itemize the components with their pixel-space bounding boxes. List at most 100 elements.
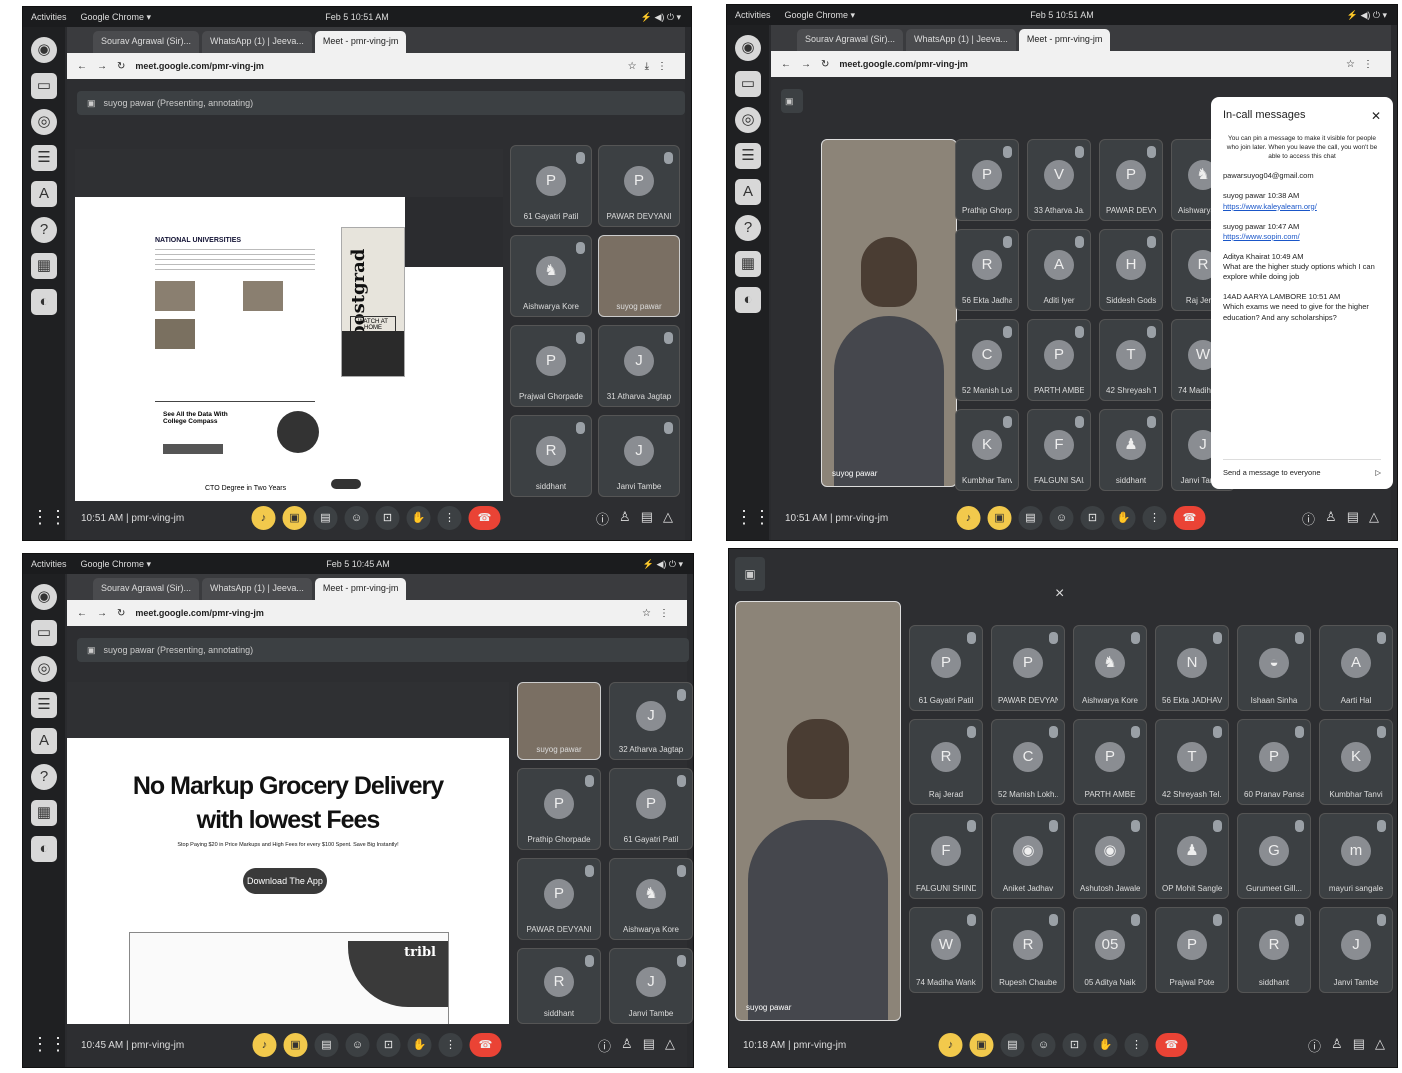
captions-button[interactable]: ▤ [1000,1033,1025,1057]
document-icon[interactable]: ☰ [31,692,57,718]
info-icon[interactable]: ⓘ [1302,509,1315,528]
files-icon[interactable]: ▭ [31,73,57,99]
address-bar[interactable]: ← → ↻ meet.google.com/pmr-ving-jm ☆⋮ [771,51,1391,77]
toolbar-icons[interactable]: ☆⋮ [1346,59,1381,70]
url-text[interactable]: meet.google.com/pmr-ving-jm [839,59,968,69]
participant-tile[interactable]: J 32 Atharva Jagtap [609,682,693,760]
activities-button[interactable]: Activities [31,559,67,569]
system-status[interactable]: ⚡ ◀) ⏻ ▾ [643,559,683,570]
activities-button[interactable]: Activities [735,10,771,20]
emoji-button[interactable]: ☺ [344,506,369,530]
ad-button[interactable] [331,479,361,489]
participant-tile[interactable]: N 56 Ekta JADHAV [1155,625,1229,711]
raise-hand-button[interactable]: ✋ [406,506,431,530]
mic-button[interactable]: ♪ [938,1033,963,1057]
participant-tile[interactable]: ◉ Ashutosh Jawale [1073,813,1147,899]
participant-tile[interactable]: Rsiddhant [510,415,592,497]
people-icon[interactable]: ♙ [1331,1036,1343,1055]
participant-tile[interactable]: G Gurumeet Gill... [1237,813,1311,899]
reload-icon[interactable]: ↻ [821,59,829,70]
system-clock[interactable]: Feb 5 10:45 AM [326,559,390,569]
app-grid-icon[interactable]: ⋮⋮⋮ [735,504,789,530]
mic-button[interactable]: ♪ [251,506,276,530]
participant-tile[interactable]: P PAWAR DEVYANI [517,858,601,940]
chat-icon[interactable]: ▤ [1353,1036,1365,1055]
participant-tile[interactable]: C 52 Manish Lokh... [991,719,1065,805]
raise-hand-button[interactable]: ✋ [1111,506,1136,530]
leave-call-button[interactable]: ☎ [469,1033,502,1057]
participant-tile[interactable]: ♞ Aishwarya Kore [510,235,592,317]
participant-tile[interactable]: P 61 Gayatri Patil [510,145,592,227]
participant-tile[interactable]: P 61 Gayatri Patil [909,625,983,711]
address-bar[interactable]: ← → ↻ meet.google.com/pmr-ving-jm ☆⤓⋮ [67,53,685,79]
self-camera-tile[interactable]: suyog pawar [821,139,957,487]
software-icon[interactable]: A [31,181,57,207]
leave-call-button[interactable]: ☎ [468,506,501,530]
mic-button[interactable]: ♪ [252,1033,277,1057]
chat-link[interactable]: https://www.sopin.com/ [1223,232,1300,241]
browser-menu[interactable]: Google Chrome ▾ [81,12,152,23]
presenter-icon[interactable]: ▣ [735,557,765,591]
system-clock[interactable]: Feb 5 10:51 AM [1030,10,1094,20]
present-button[interactable]: ⊡ [375,506,400,530]
browser-menu[interactable]: Google Chrome ▾ [81,559,152,570]
chrome-icon[interactable]: ◐ [31,289,57,315]
participant-tile[interactable]: P PARTH AMBE [1073,719,1147,805]
participant-tile[interactable]: P PAWAR DEVYA... [1099,139,1163,221]
participant-tile[interactable]: P PAWAR DEVYANI [598,145,680,227]
close-icon[interactable]: × [1055,585,1064,603]
participant-tile[interactable]: J Janvi Tambe [609,948,693,1024]
forward-icon[interactable]: → [97,608,107,619]
help-icon[interactable]: ? [31,217,57,243]
back-icon[interactable]: ← [77,608,87,619]
emoji-button[interactable]: ☺ [1031,1033,1056,1057]
self-camera-tile[interactable]: suyog pawar [735,601,901,1021]
emoji-button[interactable]: ☺ [1049,506,1074,530]
camera-button[interactable]: ▣ [969,1033,994,1057]
participant-tile[interactable]: m mayuri sangale [1319,813,1393,899]
participant-tile[interactable]: F FALGUNI SHINDE [909,813,983,899]
participant-tile[interactable]: P Prajwal Pote [1155,907,1229,993]
participant-tile[interactable]: 05 05 Aditya Naik [1073,907,1147,993]
chat-input[interactable]: Send a message to everyone ▷ [1223,459,1381,477]
participant-tile[interactable]: ◉ Aniket Jadhav [991,813,1065,899]
document-icon[interactable]: ☰ [735,143,761,169]
participant-tile[interactable]: P PARTH AMBE [1027,319,1091,401]
emoji-button[interactable]: ☺ [345,1033,370,1057]
music-icon[interactable]: ◎ [31,109,57,135]
tab-whatsapp[interactable]: WhatsApp (1) | Jeeva... [202,578,312,600]
participant-tile[interactable]: ◒ Ishaan Sinha [1237,625,1311,711]
chat-icon[interactable]: ▤ [641,509,653,528]
system-status[interactable]: ⚡ ◀) ⏻ ▾ [1347,10,1387,21]
participant-tile[interactable]: R Raj Jerad [909,719,983,805]
tab-meet[interactable]: Meet - pmr-ving-jm [314,578,407,600]
software-icon[interactable]: A [735,179,761,205]
compass-card-button[interactable] [163,444,223,454]
files-icon[interactable]: ▭ [31,620,57,646]
participant-tile[interactable]: P Prathip Ghorpade [517,768,601,850]
info-icon[interactable]: ⓘ [598,1036,611,1055]
close-icon[interactable]: ✕ [1371,109,1381,123]
participant-tile[interactable]: P Prajwal Ghorpade [510,325,592,407]
chat-icon[interactable]: ▤ [1347,509,1359,528]
tab-sourav[interactable]: Sourav Agrawal (Sir)... [93,578,200,600]
participant-tile[interactable]: T 42 Shreyash T... [1099,319,1163,401]
software-icon[interactable]: A [31,728,57,754]
camera-button[interactable]: ▣ [987,506,1012,530]
participant-tile[interactable]: Rsiddhant [1237,907,1311,993]
address-bar[interactable]: ← → ↻ meet.google.com/pmr-ving-jm ☆⋮ [67,600,687,626]
firefox-icon[interactable]: ◉ [31,37,57,63]
participant-tile[interactable]: F FALGUNI SAIAT [1027,409,1091,491]
back-icon[interactable]: ← [77,61,87,72]
people-icon[interactable]: ♙ [619,509,631,528]
participant-tile[interactable]: T 42 Shreyash Tel... [1155,719,1229,805]
help-icon[interactable]: ? [735,215,761,241]
help-icon[interactable]: ? [31,764,57,790]
participant-tile[interactable]: V 33 Atharva Ja... [1027,139,1091,221]
participant-tile[interactable]: Rsiddhant [517,948,601,1024]
participant-tile[interactable]: R Rupesh Chaube [991,907,1065,993]
participant-tile[interactable]: ♞ Aishwarya Kore [1073,625,1147,711]
captions-button[interactable]: ▤ [313,506,338,530]
toolbar-icons[interactable]: ☆⋮ [642,608,677,619]
chat-icon[interactable]: ▤ [643,1036,655,1055]
